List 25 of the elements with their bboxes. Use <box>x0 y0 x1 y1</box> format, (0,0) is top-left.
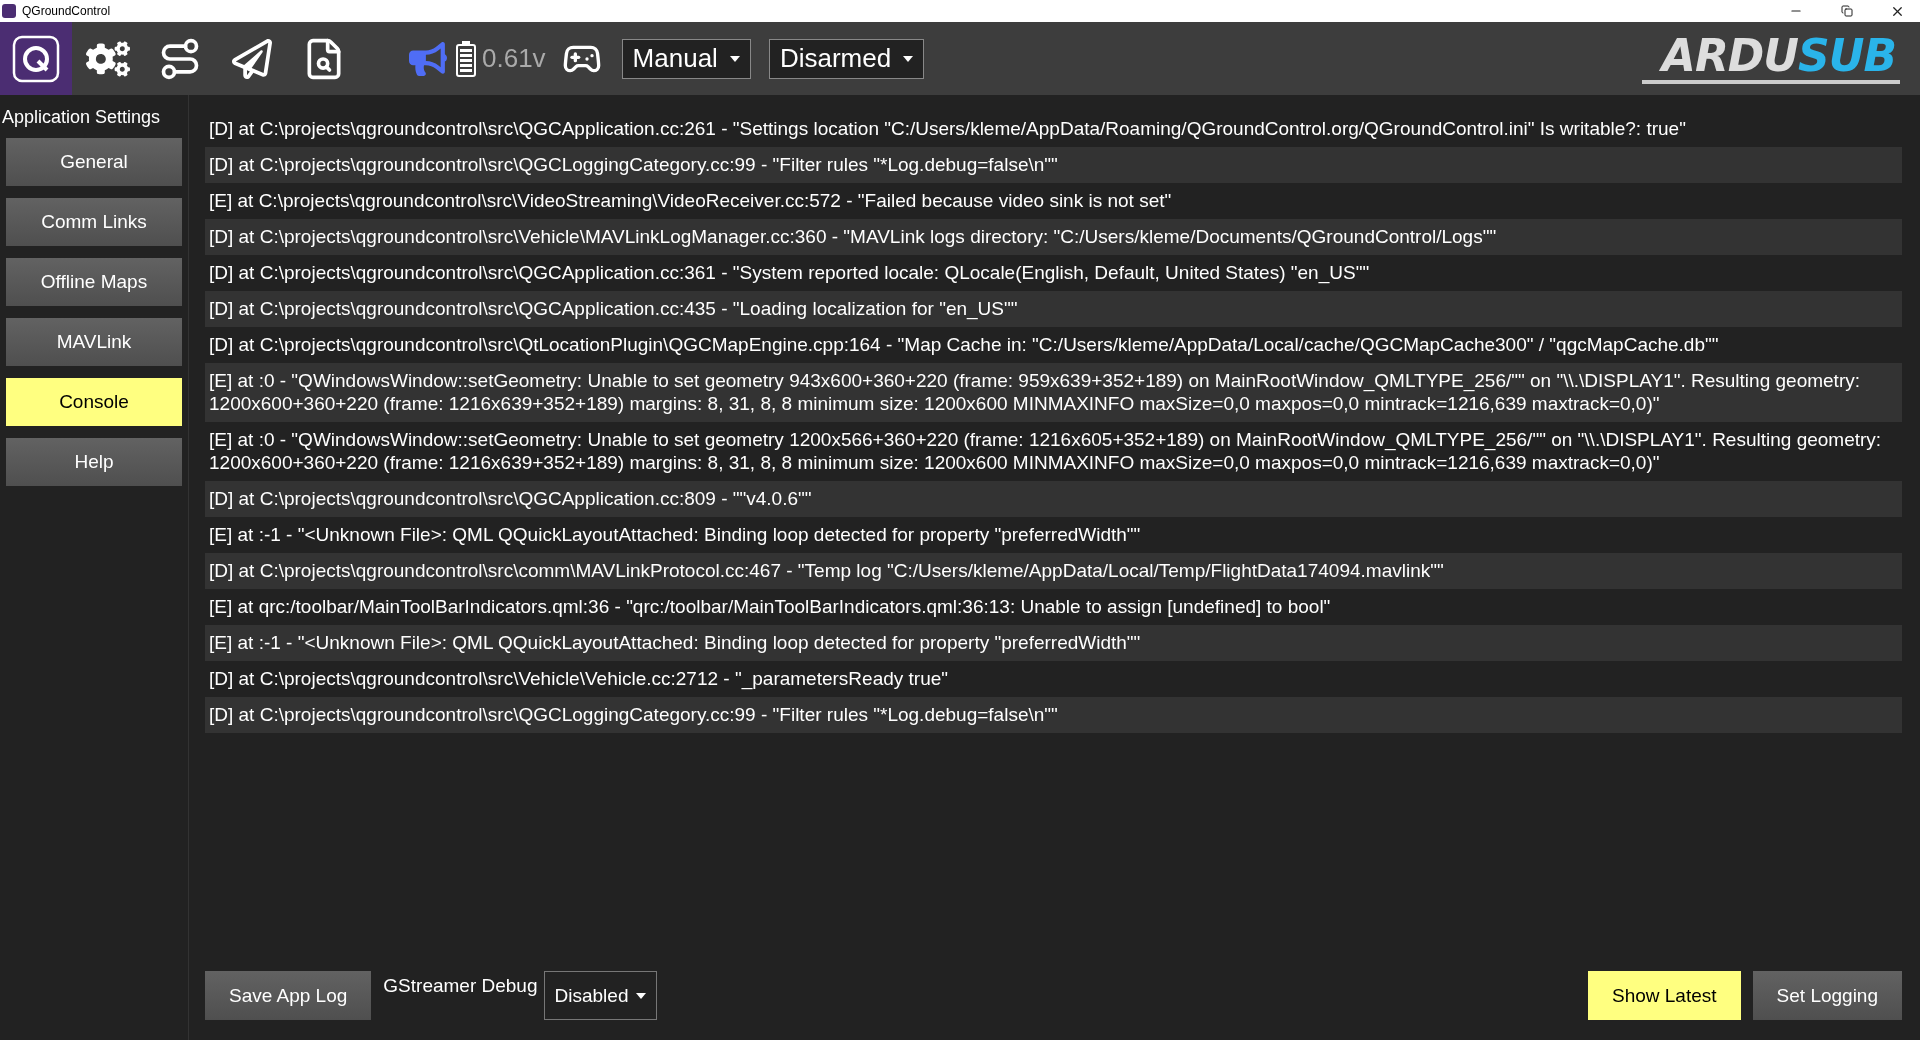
logo: ARDUSUB <box>1641 33 1900 84</box>
sidebar-item[interactable]: Comm Links <box>6 198 182 246</box>
caret-icon <box>903 55 914 62</box>
sidebar-title: Application Settings <box>2 107 162 128</box>
battery-reading: 0.61v <box>482 43 546 74</box>
caret-icon <box>636 992 647 999</box>
sidebar-item[interactable]: Console <box>6 378 182 426</box>
gstreamer-debug-dropdown[interactable]: Disabled <box>543 971 658 1020</box>
battery-icon <box>456 40 476 77</box>
app-icon <box>2 4 16 18</box>
app-logo-icon <box>11 33 61 84</box>
gstreamer-debug-label: GStreamer Debug <box>383 975 538 997</box>
show-latest-button[interactable]: Show Latest <box>1588 971 1741 1020</box>
sidebar-item[interactable]: Offline Maps <box>6 258 182 306</box>
window-title: QGroundControl <box>22 4 112 18</box>
sidebar-item[interactable]: General <box>6 138 182 186</box>
app-menu-button[interactable] <box>0 22 72 95</box>
save-app-log-button[interactable]: Save App Log <box>205 971 372 1020</box>
arm-state-dropdown[interactable]: Disarmed <box>768 38 925 79</box>
sidebar-item[interactable]: Help <box>6 438 182 486</box>
sidebar-item[interactable]: MAVLink <box>6 318 182 366</box>
flight-mode-dropdown[interactable]: Manual <box>621 38 751 79</box>
caret-icon <box>729 55 740 62</box>
set-logging-button[interactable]: Set Logging <box>1752 971 1902 1020</box>
restore-icon[interactable] <box>1840 5 1853 17</box>
